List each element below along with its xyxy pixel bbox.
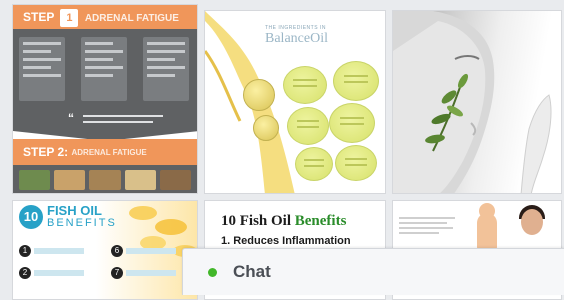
supplement-photo	[159, 170, 192, 190]
diet-column	[143, 37, 189, 101]
text-line	[399, 227, 453, 229]
hand-shape	[520, 94, 552, 193]
oil-drop-icon	[253, 115, 279, 141]
diet-column	[81, 37, 127, 101]
chat-label: Chat	[233, 262, 271, 281]
text-line	[399, 232, 439, 234]
image-tile-balance-oil[interactable]: THE INGREDIENTS IN BalanceOil	[204, 10, 386, 194]
benefit-number: 2	[19, 267, 31, 279]
supplement-photo	[54, 170, 86, 190]
quote-icon: “	[68, 111, 74, 125]
step-2-label: STEP 2:	[23, 145, 69, 159]
text-line	[399, 217, 455, 219]
image-tile-face-with-plant[interactable]	[392, 10, 562, 194]
article-title: 10 Fish Oil Benefits	[221, 213, 346, 230]
article-title-start: 10 Fish Oil	[221, 213, 295, 229]
benefit-item: 7	[111, 267, 176, 279]
diet-columns	[13, 29, 197, 107]
ingredient-bubble	[287, 107, 329, 145]
online-dot-icon	[208, 268, 217, 277]
benefit-number: 1	[19, 245, 31, 257]
supplement-photo	[124, 170, 156, 190]
ingredient-bubble	[333, 61, 379, 101]
supplement-photo	[89, 170, 121, 190]
article-title-highlight: Benefits	[294, 213, 347, 229]
tile-header-step-2: STEP 2: ADRENAL FATIGUE SUPPLEMENTS	[13, 139, 197, 184]
benefit-number: 7	[111, 267, 123, 279]
benefit-item: 2	[19, 267, 84, 279]
supplement-photos	[13, 165, 197, 193]
step-label: STEP	[23, 10, 55, 24]
supplement-photo	[19, 170, 51, 190]
woman-face-photo	[393, 11, 552, 193]
ingredient-bubble	[295, 147, 333, 181]
step-number: 1	[60, 9, 79, 27]
ingredient-bubble	[335, 145, 377, 181]
article-first-point: 1. Reduces Inflammation	[221, 235, 351, 247]
benefit-item: 6	[111, 245, 176, 257]
diet-column	[19, 37, 65, 101]
benefit-number: 6	[111, 245, 123, 257]
chat-bar[interactable]: Chat	[182, 248, 564, 295]
quote-band: “	[13, 107, 197, 131]
text-line	[399, 222, 447, 224]
benefit-item: 1	[19, 245, 84, 257]
portrait-face	[521, 209, 543, 235]
image-tile-fish-oil-benefits[interactable]: 10 FISH OIL BENEFITS 1 6 2 7	[12, 200, 198, 300]
ingredient-bubble	[329, 103, 375, 143]
tile-header-step-1: STEP 1 ADRENAL FATIGUE DIET	[13, 5, 197, 50]
ingredient-bubble	[283, 66, 327, 104]
body-figure-torso	[477, 213, 497, 249]
oil-drop-icon	[243, 79, 275, 111]
image-tile-adrenal-fatigue[interactable]: STEP 1 ADRENAL FATIGUE DIET “ STEP 2: AD…	[12, 4, 198, 194]
